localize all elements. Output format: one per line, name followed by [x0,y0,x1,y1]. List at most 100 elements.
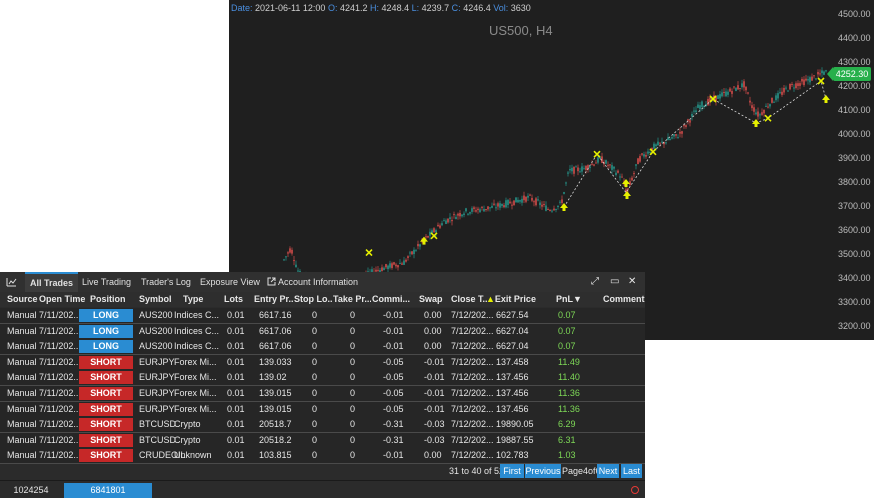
candle-body [521,198,523,203]
candle-body [533,201,535,203]
open-time-cell: 7/11/202... [39,325,81,336]
col-exit-price[interactable]: ▲Exit Price [486,292,536,307]
col-type[interactable]: Type [183,292,203,307]
swap-cell: 0.00 [424,450,442,461]
account-tab-1[interactable]: 1024254 [0,483,62,498]
previous-page-button[interactable]: Previous [525,464,561,478]
date-label: Date: [231,3,253,13]
open-time-cell: 7/11/202... [39,434,81,445]
tab-live-trading[interactable]: Live Trading [82,272,131,292]
col-swap[interactable]: Swap [419,292,443,307]
candle-body [665,142,667,144]
candle-body [659,142,661,144]
candle-body [563,192,565,194]
tab-exposure-view[interactable]: Exposure View [200,272,260,292]
col-pnl[interactable]: PnL▼ [556,292,582,307]
last-page-button[interactable]: Last [621,464,642,478]
candle-body [735,87,737,91]
candle-body [717,95,719,99]
candle-body [565,182,567,184]
candle-body [789,83,791,90]
trades-table-header: Source Open Time Position Symbol Type Lo… [0,292,645,307]
candle-body [391,263,393,268]
exit-price-cell: 6627.04 [496,341,529,352]
candle-body [415,250,417,252]
col-take-profit[interactable]: Take Pr... [333,292,371,307]
col-source[interactable]: Source [7,292,38,307]
candle-body [693,110,695,112]
open-value: 4241.2 [339,3,368,13]
candle-body [571,167,573,172]
table-row[interactable]: Manual 7/11/202... SHORT EURJPY Forex Mi... 0… [0,370,645,387]
candle-body [451,219,453,222]
candle-body [765,105,767,107]
candle-body [455,217,457,220]
table-row[interactable]: Manual 7/11/202... SHORT BTCUSD Crypto 0.01 20… [0,432,645,449]
first-page-button[interactable]: First [500,464,524,478]
candle-body [739,87,741,89]
table-row[interactable]: Manual 7/11/202... LONG AUS200 Indices C... 0… [0,323,645,340]
take-profit-cell: 0 [350,372,356,383]
close-time-cell: 7/12/202... [451,372,494,383]
table-row[interactable]: Manual 7/11/202... LONG AUS200 Indices C... 0… [0,339,645,356]
candle-body [541,204,543,207]
type-cell: Indices C... [174,341,220,352]
table-row[interactable]: Manual 7/11/202... SHORT EURJPY Forex Mi... 0… [0,386,645,402]
candle-body [517,199,519,203]
lots-cell: 0.01 [227,419,245,430]
lots-cell: 0.01 [227,450,245,461]
candle-body [669,139,671,141]
account-tab-2-active[interactable]: 6841801 [64,483,152,498]
col-stop-loss[interactable]: Stop Lo... [294,292,332,307]
next-page-button[interactable]: Next [597,464,619,478]
current-price-tag: 4252.30 [827,67,871,81]
tab-all-trades[interactable]: All Trades [25,272,79,292]
candle-body [531,197,533,201]
commission-cell: -0.05 [383,388,404,398]
table-row[interactable]: Manual 7/11/202... SHORT EURJPY Forex Mi... 0… [0,401,645,418]
col-comment[interactable]: Comment [603,292,645,307]
close-time-cell: 7/12/202... [451,419,494,430]
col-lots[interactable]: Lots [224,292,243,307]
stop-loss-cell: 0 [312,356,318,367]
candle-body [403,260,405,265]
position-badge: SHORT [79,433,133,447]
chart-icon[interactable] [6,272,17,292]
table-row[interactable]: Manual 7/11/202... LONG AUS200 Indices C... 0… [0,308,645,324]
col-symbol[interactable]: Symbol [139,292,172,307]
candle-body [417,244,419,247]
maximize-icon[interactable]: ▭ [610,272,619,292]
volume-value: 3630 [510,3,531,13]
table-row[interactable]: Manual 7/11/202... SHORT CRUDEOIL Unknown 0.0… [0,448,645,465]
candle-body [433,228,435,233]
stop-loss-cell: 0 [312,372,318,383]
table-row[interactable]: Manual 7/11/202... SHORT BTCUSD Crypto 0.01 20… [0,417,645,434]
table-row[interactable]: Manual 7/11/202... SHORT EURJPY Forex Mi... 0… [0,354,645,371]
close-time-cell: 7/12/202... [451,341,494,352]
candle-body [615,172,617,176]
lots-cell: 0.01 [227,403,245,414]
candle-body [593,164,595,166]
candle-body [543,203,545,205]
close-icon[interactable]: ✕ [628,272,636,292]
col-open-time[interactable]: Open Time [39,292,85,307]
price-tick-label: 4100.00 [838,105,871,115]
candle-body [491,205,493,208]
candle-body [589,166,591,168]
candle-body [501,203,503,206]
col-position[interactable]: Position [90,292,126,307]
pnl-cell: 11.36 [558,403,580,414]
candle-body [579,171,581,173]
trade-entry-marker [623,191,631,199]
col-entry-price[interactable]: Entry Pr... [254,292,294,307]
col-commission[interactable]: Commi... [372,292,410,307]
tab-traders-log[interactable]: Trader's Log [141,272,191,292]
candle-body [629,181,631,185]
col-close-time[interactable]: Close T... [451,292,487,307]
tab-account-information[interactable]: Account Information [267,272,358,292]
col-pnl-label: PnL [556,294,573,304]
stop-loss-cell: 0 [312,450,318,461]
candle-body [409,252,411,254]
expand-icon[interactable]: ⤢ [591,272,599,292]
entry-price-cell: 139.033 [259,356,292,367]
